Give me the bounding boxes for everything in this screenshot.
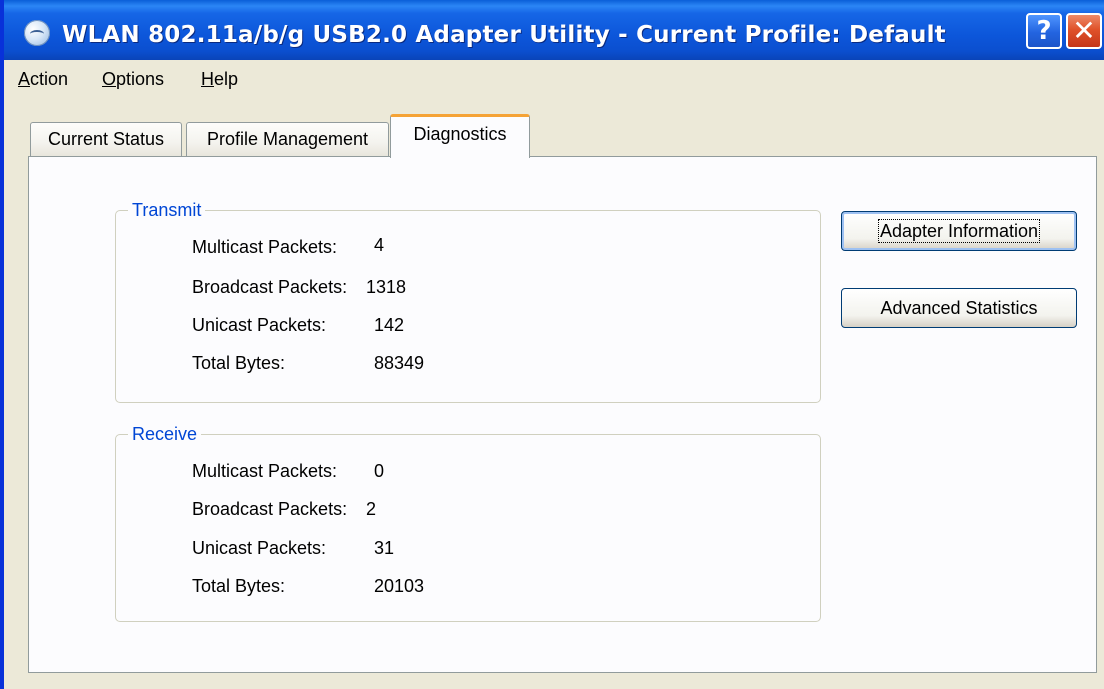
adapter-information-button[interactable]: Adapter Information xyxy=(841,211,1077,251)
rx-multicast-label: Multicast Packets: xyxy=(192,461,338,481)
tx-unicast-label: Unicast Packets: xyxy=(192,315,327,335)
menu-options-label: ptions xyxy=(116,69,165,89)
window-title: WLAN 802.11a/b/g USB2.0 Adapter Utility … xyxy=(62,22,946,48)
menu-options[interactable]: Options xyxy=(102,69,164,90)
tx-multicast-label: Multicast Packets: xyxy=(192,237,338,257)
tx-broadcast-value: 1318 xyxy=(366,277,407,297)
tab-profile-management[interactable]: Profile Management xyxy=(186,122,389,156)
menu-help[interactable]: Help xyxy=(201,69,238,90)
tab-strip: Current Status Profile Management Diagno… xyxy=(4,114,1104,158)
menu-bar: Action Options Help xyxy=(4,62,1104,96)
diagnostics-panel: Transmit Multicast Packets: 4 Broadcast … xyxy=(28,156,1097,673)
menu-options-mnemonic: O xyxy=(102,69,117,89)
rx-broadcast-label: Broadcast Packets: xyxy=(192,499,348,519)
receive-groupbox: Receive Multicast Packets: 0 Broadcast P… xyxy=(115,422,821,622)
rx-total-bytes-value: 20103 xyxy=(374,576,425,596)
rx-multicast-value: 0 xyxy=(374,461,385,481)
menu-action[interactable]: Action xyxy=(18,69,68,90)
tx-broadcast-label: Broadcast Packets: xyxy=(192,277,348,297)
receive-title: Receive xyxy=(128,422,202,446)
help-button[interactable]: ? xyxy=(1026,13,1062,49)
rx-unicast-value: 31 xyxy=(374,538,395,558)
adapter-information-label: Adapter Information xyxy=(877,219,1041,243)
tx-unicast-value: 142 xyxy=(374,315,405,335)
tab-current-status[interactable]: Current Status xyxy=(30,122,182,156)
title-bar[interactable]: WLAN 802.11a/b/g USB2.0 Adapter Utility … xyxy=(4,0,1104,60)
wireless-app-icon xyxy=(24,20,50,46)
transmit-groupbox: Transmit Multicast Packets: 4 Broadcast … xyxy=(115,198,821,403)
menu-help-label: elp xyxy=(214,69,239,89)
menu-help-mnemonic: H xyxy=(201,69,214,89)
close-button[interactable]: ✕ xyxy=(1066,13,1102,49)
transmit-title: Transmit xyxy=(128,198,206,222)
menu-action-label: ction xyxy=(30,69,69,89)
advanced-statistics-button[interactable]: Advanced Statistics xyxy=(841,288,1077,328)
tab-diagnostics[interactable]: Diagnostics xyxy=(390,114,530,158)
tx-total-bytes-value: 88349 xyxy=(374,353,425,373)
rx-broadcast-value: 2 xyxy=(366,499,377,519)
rx-unicast-label: Unicast Packets: xyxy=(192,538,327,558)
app-window: WLAN 802.11a/b/g USB2.0 Adapter Utility … xyxy=(0,0,1104,689)
tx-total-bytes-label: Total Bytes: xyxy=(192,353,286,373)
tx-multicast-value: 4 xyxy=(374,235,385,255)
rx-total-bytes-label: Total Bytes: xyxy=(192,576,286,596)
menu-action-mnemonic: A xyxy=(18,69,31,89)
advanced-statistics-label: Advanced Statistics xyxy=(880,298,1038,318)
